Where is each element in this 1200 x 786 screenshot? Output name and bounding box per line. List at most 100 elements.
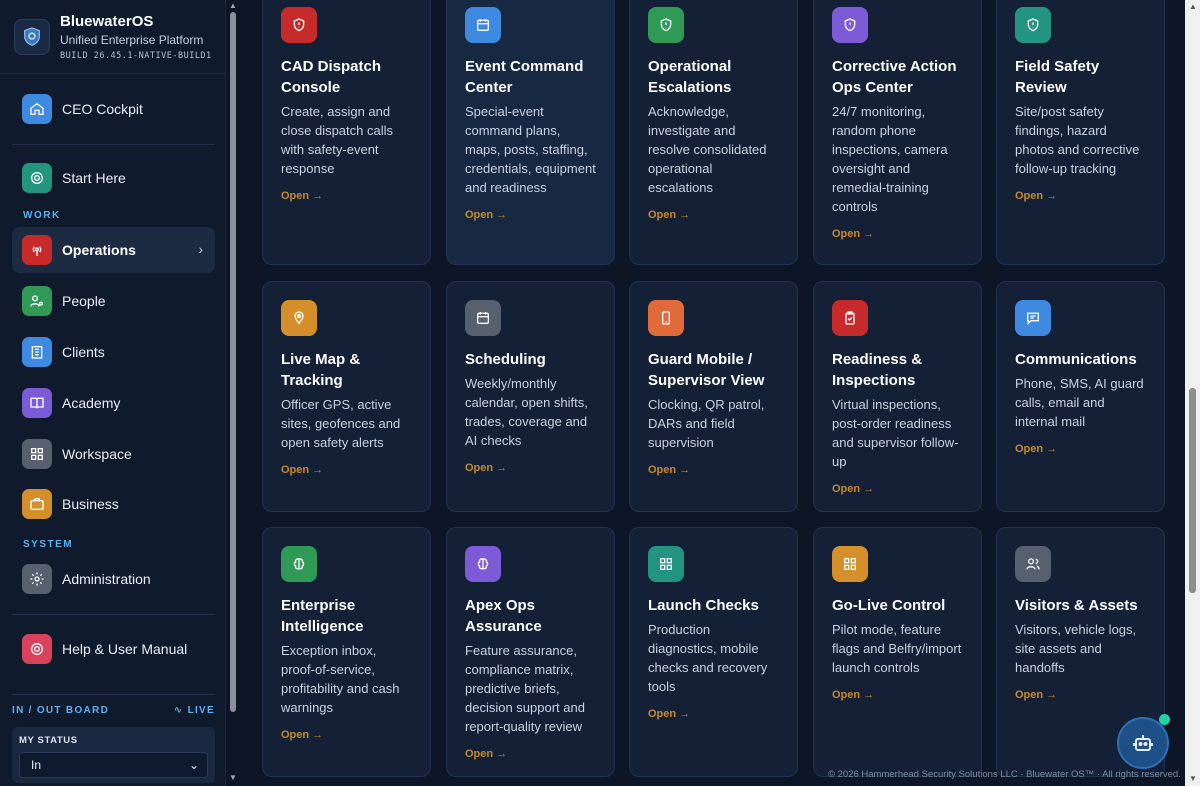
module-card-guard-mobile[interactable]: Guard Mobile / Supervisor View Clocking,… — [629, 281, 798, 512]
module-card-go-live[interactable]: Go-Live Control Pilot mode, feature flag… — [813, 527, 982, 777]
brand-name: BluewaterOS — [60, 12, 154, 30]
chevron-right-icon: › — [198, 241, 203, 257]
scroll-up-icon[interactable]: ▲ — [1189, 2, 1197, 11]
module-card-communications[interactable]: Communications Phone, SMS, AI guard call… — [996, 281, 1165, 512]
module-card-scheduling[interactable]: Scheduling Weekly/monthly calendar, open… — [446, 281, 615, 512]
card-description: Visitors, vehicle logs, site assets and … — [1015, 622, 1137, 675]
nav-administration[interactable]: Administration — [12, 556, 215, 602]
nav-operations-label: Operations — [62, 242, 136, 258]
nav-academy-label: Academy — [62, 395, 121, 411]
user-cog-icon — [22, 286, 52, 316]
nav-people-label: People — [62, 293, 106, 309]
section-system: SYSTEM — [23, 539, 74, 550]
module-card-launch-checks[interactable]: Launch Checks Production diagnostics, mo… — [629, 527, 798, 777]
scroll-down-icon[interactable]: ▼ — [229, 773, 237, 782]
shield-icon — [832, 7, 868, 43]
live-indicator: ∿ LIVE — [174, 705, 215, 716]
module-card-apex-ops[interactable]: Apex Ops Assurance Feature assurance, co… — [446, 527, 615, 777]
nav-start-here[interactable]: Start Here — [12, 155, 215, 201]
card-open-link[interactable]: Open → — [465, 748, 596, 760]
card-open-link[interactable]: Open → — [648, 464, 779, 476]
card-title: Field Safety Review — [1015, 58, 1100, 96]
module-card-readiness[interactable]: Readiness & Inspections Virtual inspecti… — [813, 281, 982, 512]
sidebar: BluewaterOS Unified Enterprise Platform … — [0, 0, 226, 786]
card-open-link[interactable]: Open → — [465, 209, 596, 221]
my-status-select[interactable]: In ⌄ — [19, 752, 208, 778]
calendar-icon — [465, 7, 501, 43]
sidebar-scrollbar[interactable]: ▲ ▼ — [227, 0, 239, 786]
nav-academy[interactable]: Academy — [12, 380, 215, 426]
card-open-link[interactable]: Open → — [648, 708, 779, 720]
assistant-bot-button[interactable] — [1117, 717, 1169, 769]
brain-icon — [465, 546, 501, 582]
book-open-icon — [22, 388, 52, 418]
lifebuoy-icon — [22, 163, 52, 193]
card-open-link[interactable]: Open → — [832, 689, 963, 701]
module-card-live-map[interactable]: Live Map & Tracking Officer GPS, active … — [262, 281, 431, 512]
brand-subtitle: Unified Enterprise Platform — [60, 32, 204, 47]
module-card-field-safety[interactable]: Field Safety Review Site/post safety fin… — [996, 0, 1165, 265]
nav-operations[interactable]: Operations › — [12, 227, 215, 273]
card-open-link[interactable]: Open → — [281, 464, 412, 476]
broadcast-icon — [22, 235, 52, 265]
module-card-enterprise-intelligence[interactable]: Enterprise Intelligence Exception inbox,… — [262, 527, 431, 777]
users-icon — [1015, 546, 1051, 582]
card-open-link[interactable]: Open → — [1015, 190, 1146, 202]
main-scrollbar-thumb[interactable] — [1189, 388, 1196, 593]
card-title: Guard Mobile / Supervisor View — [648, 351, 765, 389]
card-description: Special-event command plans, maps, posts… — [465, 104, 596, 195]
nav-ceo-cockpit[interactable]: CEO Cockpit — [12, 86, 215, 132]
nav-help-label: Help & User Manual — [62, 641, 188, 657]
message-icon — [1015, 300, 1051, 336]
nav-business-label: Business — [62, 496, 119, 512]
sidebar-scrollbar-thumb[interactable] — [230, 12, 236, 712]
map-pin-icon — [281, 300, 317, 336]
card-open-link[interactable]: Open → — [1015, 689, 1146, 701]
nav-help[interactable]: Help & User Manual — [12, 626, 215, 672]
card-open-link[interactable]: Open → — [281, 729, 412, 741]
nav-workspace[interactable]: Workspace — [12, 431, 215, 477]
nav-clients-label: Clients — [62, 344, 105, 360]
main-scrollbar[interactable]: ▲ ▼ — [1185, 0, 1200, 786]
scroll-up-icon[interactable]: ▲ — [229, 1, 237, 10]
sidebar-divider — [12, 694, 215, 695]
brand-logo-icon — [14, 18, 50, 55]
module-card-escalations[interactable]: Operational Escalations Acknowledge, inv… — [629, 0, 798, 265]
card-description: Site/post safety findings, hazard photos… — [1015, 104, 1140, 176]
card-description: Production diagnostics, mobile checks an… — [648, 622, 768, 694]
card-open-link[interactable]: Open → — [281, 190, 412, 202]
card-title: Apex Ops Assurance — [465, 597, 542, 635]
nav-business[interactable]: Business — [12, 481, 215, 527]
card-title: CAD Dispatch Console — [281, 58, 382, 96]
brand-header: BluewaterOS Unified Enterprise Platform … — [0, 0, 225, 74]
module-card-cad-dispatch[interactable]: CAD Dispatch Console Create, assign and … — [262, 0, 431, 265]
nav-people[interactable]: People — [12, 278, 215, 324]
card-description: Phone, SMS, AI guard calls, email and in… — [1015, 376, 1144, 429]
card-title: Go-Live Control — [832, 597, 946, 614]
grid-icon — [648, 546, 684, 582]
card-title: Launch Checks — [648, 597, 759, 614]
card-open-link[interactable]: Open → — [1015, 443, 1146, 455]
card-title: Visitors & Assets — [1015, 597, 1138, 614]
module-card-corrective-action[interactable]: Corrective Action Ops Center 24/7 monito… — [813, 0, 982, 265]
my-status-label: MY STATUS — [19, 735, 78, 746]
card-open-link[interactable]: Open → — [832, 483, 963, 495]
brain-icon — [281, 546, 317, 582]
card-open-link[interactable]: Open → — [648, 209, 779, 221]
card-description: Exception inbox, proof-of-service, profi… — [281, 643, 400, 715]
shield-icon — [1015, 7, 1051, 43]
shield-icon — [648, 7, 684, 43]
mobile-icon — [648, 300, 684, 336]
sidebar-divider — [12, 144, 215, 145]
inout-board-title: IN / OUT BOARD — [12, 705, 110, 716]
module-card-event-command[interactable]: Event Command Center Special-event comma… — [446, 0, 615, 265]
card-description: Feature assurance, compliance matrix, pr… — [465, 643, 585, 734]
nav-clients[interactable]: Clients — [12, 329, 215, 375]
card-description: Weekly/monthly calendar, open shifts, tr… — [465, 376, 588, 448]
card-title: Event Command Center — [465, 58, 584, 96]
card-open-link[interactable]: Open → — [832, 228, 963, 240]
scroll-down-icon[interactable]: ▼ — [1189, 774, 1197, 783]
nav-start-here-label: Start Here — [62, 170, 126, 186]
card-open-link[interactable]: Open → — [465, 462, 596, 474]
gear-icon — [22, 564, 52, 594]
